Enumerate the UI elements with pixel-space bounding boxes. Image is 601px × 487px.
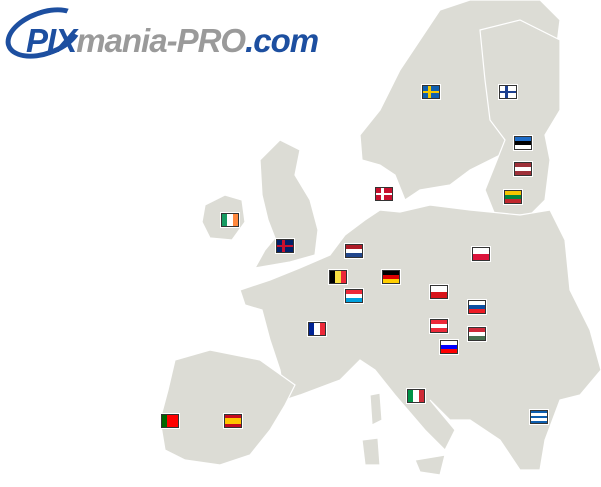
flag-poland-icon[interactable] <box>471 246 491 262</box>
flag-estonia-icon[interactable] <box>513 135 533 151</box>
flag-austria-icon[interactable] <box>429 318 449 334</box>
flag-stripe <box>431 292 447 298</box>
flag-stripe <box>515 145 531 149</box>
flag-stripe <box>225 424 241 427</box>
flag-luxembourg-icon[interactable] <box>344 288 364 304</box>
land-finland-baltics <box>479 19 561 216</box>
pixmania-pro-logo[interactable]: PIXmania-PRO.com <box>0 0 349 69</box>
flag-netherlands-icon[interactable] <box>344 243 364 259</box>
flag-spain-icon[interactable] <box>223 413 243 429</box>
flag-italy-icon[interactable] <box>406 388 426 404</box>
europe-map: PIXmania-PRO.com <box>0 0 601 487</box>
flag-stripe <box>172 415 178 427</box>
logo-pix: PIX <box>26 22 77 59</box>
land-iberia <box>159 349 296 466</box>
flag-france-icon[interactable] <box>307 321 327 337</box>
flag-belgium-icon[interactable] <box>328 269 348 285</box>
europe-land-map <box>159 0 601 476</box>
logo-text: PIXmania-PRO.com <box>26 22 319 60</box>
flag-portugal-icon[interactable] <box>160 413 180 429</box>
flag-finland-icon[interactable] <box>498 84 518 100</box>
flag-stripe <box>441 349 457 353</box>
flag-czech-icon[interactable] <box>429 284 449 300</box>
flag-stripe <box>531 420 547 423</box>
flag-lithuania-icon[interactable] <box>503 189 523 205</box>
flag-germany-icon[interactable] <box>381 269 401 285</box>
flag-stripe <box>431 328 447 332</box>
flag-uk-icon[interactable] <box>275 238 295 254</box>
flag-stripe <box>515 171 531 175</box>
flag-stripe <box>505 199 521 203</box>
flag-stripe <box>383 279 399 283</box>
flag-slovenia-icon[interactable] <box>439 339 459 355</box>
flag-stripe <box>319 323 325 335</box>
flag-ireland-icon[interactable] <box>220 212 240 228</box>
flag-stripe <box>346 298 362 302</box>
flag-denmark-icon[interactable] <box>374 186 394 202</box>
flag-stripe <box>469 309 485 313</box>
flag-stripe <box>473 254 489 260</box>
flag-hungary-icon[interactable] <box>467 326 487 342</box>
flag-stripe <box>340 271 346 283</box>
logo-mania-pro: mania-PRO <box>76 22 246 59</box>
flag-greece-icon[interactable] <box>529 409 549 425</box>
flag-stripe <box>346 253 362 257</box>
flag-stripe <box>418 390 424 402</box>
flag-stripe <box>469 336 485 340</box>
flag-stripe <box>232 214 238 226</box>
logo-com: .com <box>245 22 319 59</box>
flag-latvia-icon[interactable] <box>513 161 533 177</box>
flag-slovakia-icon[interactable] <box>467 299 487 315</box>
flag-sweden-icon[interactable] <box>421 84 441 100</box>
